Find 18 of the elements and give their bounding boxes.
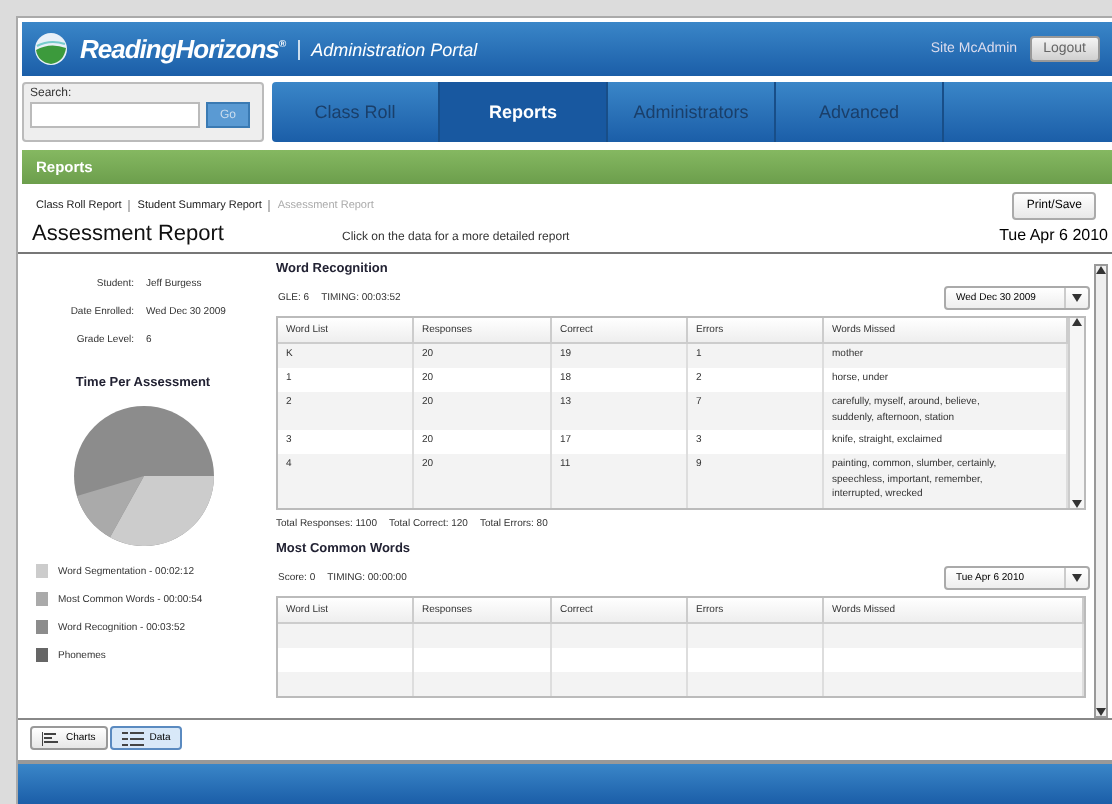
scroll-up-icon[interactable] — [1072, 318, 1082, 326]
portal-title: Administration Portal — [297, 39, 478, 59]
search-field[interactable] — [30, 102, 200, 128]
pie-chart-drawing — [73, 406, 213, 546]
scrollbar[interactable] — [1068, 318, 1084, 507]
logo-icon — [34, 32, 68, 66]
caret-icon[interactable] — [1072, 294, 1082, 302]
list-icon — [121, 731, 144, 745]
scroll-up-icon[interactable] — [1096, 266, 1106, 274]
scroll-down-icon[interactable] — [1096, 708, 1106, 716]
report-date: Tue Apr 6 2010 — [999, 226, 1108, 244]
brand-name: ReadingHorizons$^{®}$ — [80, 34, 286, 64]
bar-chart-icon — [42, 731, 60, 745]
scrollbar[interactable] — [1094, 264, 1108, 718]
page-title: Assessment Report — [32, 222, 226, 246]
nav-tab[interactable]: Reports — [440, 82, 608, 142]
scroll-down-icon[interactable] — [1072, 499, 1082, 507]
caret-icon[interactable] — [1072, 573, 1082, 581]
